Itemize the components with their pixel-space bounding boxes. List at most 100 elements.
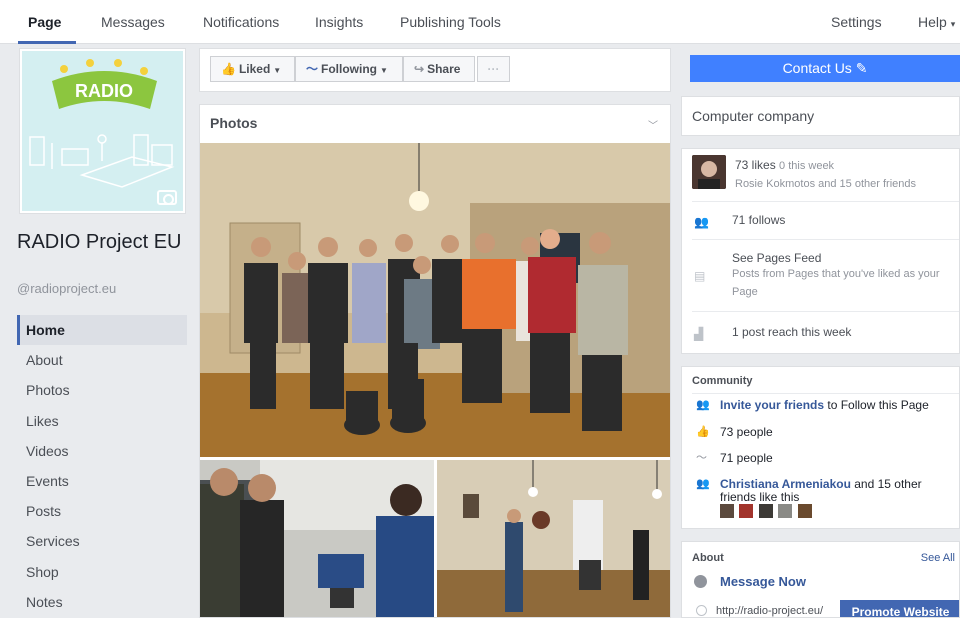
logo-illustration: RADIO <box>22 51 183 211</box>
nav-item-events[interactable]: Events <box>17 466 187 496</box>
promote-website-button[interactable]: Promote Website <box>840 600 959 617</box>
liked-label: Liked <box>238 62 271 76</box>
post-reach[interactable]: 1 post reach this week <box>732 325 959 339</box>
photo-thumbnail-illustration <box>437 460 670 617</box>
globe-icon <box>696 605 707 616</box>
radio-logo-image: RADIO <box>22 51 183 211</box>
nav-item-services[interactable]: Services <box>17 526 187 556</box>
avatar-illustration <box>692 155 726 189</box>
share-arrow-icon: ↪ <box>414 62 425 76</box>
avatar[interactable] <box>692 155 726 189</box>
people-follow-count[interactable]: 71 people <box>720 452 955 465</box>
messenger-icon <box>694 575 707 588</box>
nav-item-videos[interactable]: Videos <box>17 436 187 466</box>
avatar[interactable] <box>797 504 812 518</box>
community-card: Community 👥 Invite your friends to Follo… <box>681 366 960 529</box>
invite-friends-row: 👥 Invite your friends to Follow this Pag… <box>692 399 955 412</box>
nav-item-home[interactable]: Home <box>17 315 187 346</box>
nav-item-photos[interactable]: Photos <box>17 375 187 405</box>
follows-count: 71 follows <box>732 213 786 227</box>
share-button[interactable]: ↪ Share <box>403 56 475 82</box>
friend-avatars <box>720 504 813 523</box>
contact-us-button[interactable]: Contact Us ✎ <box>690 55 960 82</box>
chevron-down-icon: ▾ <box>950 19 956 29</box>
pages-feed-description: Posts from Pages that you've liked as yo… <box>732 268 940 298</box>
people-like-row: 👍 73 people <box>692 426 955 439</box>
tab-notifications[interactable]: Notifications <box>203 14 279 30</box>
bar-chart-icon: ▟ <box>694 327 704 341</box>
avatar[interactable] <box>720 504 734 518</box>
left-nav: Home About Photos Likes Videos Events Po… <box>17 315 187 617</box>
friend-name-link[interactable]: Christiana Armeniakou <box>720 477 851 491</box>
chevron-down-icon[interactable]: ﹀ <box>648 117 658 132</box>
following-button[interactable]: 〜 Following ▼ <box>295 56 403 82</box>
nav-item-about[interactable]: About <box>17 345 187 375</box>
chevron-down-icon: ▼ <box>273 66 282 75</box>
pages-feed-title[interactable]: See Pages Feed <box>732 251 821 265</box>
photo-thumbnail[interactable] <box>437 460 670 617</box>
nav-item-posts[interactable]: Posts <box>17 496 187 526</box>
website-url[interactable]: http://radio-project.eu/ <box>716 605 823 617</box>
people-follow-row: 〜 71 people <box>692 452 955 465</box>
divider <box>692 239 959 240</box>
page-title: RADIO Project EU <box>17 231 182 253</box>
avatar[interactable] <box>739 504 754 518</box>
nav-item-notes[interactable]: Notes <box>17 587 187 617</box>
more-options-button[interactable]: ··· <box>477 56 510 82</box>
share-label: Share <box>427 62 461 76</box>
people-icon: 👥 <box>696 478 710 490</box>
chevron-down-icon: ▼ <box>380 66 388 75</box>
photo-thumbnail[interactable] <box>200 460 434 617</box>
help-label: Help <box>918 14 947 30</box>
following-label: Following <box>321 62 378 76</box>
photos-card: Photos ﹀ <box>199 104 671 618</box>
nav-item-shop[interactable]: Shop <box>17 557 187 587</box>
divider <box>692 201 959 202</box>
thumbs-up-icon: 👍 <box>221 62 236 76</box>
tab-publishing-tools[interactable]: Publishing Tools <box>400 14 501 30</box>
page-top-nav: Page Messages Notifications Insights Pub… <box>0 0 960 44</box>
avatar[interactable] <box>758 504 773 518</box>
tab-settings[interactable]: Settings <box>831 14 882 30</box>
tab-page[interactable]: Page <box>28 14 61 30</box>
divider <box>692 311 959 312</box>
logo-text: RADIO <box>75 81 133 101</box>
photos-title[interactable]: Photos <box>200 105 670 143</box>
page-category[interactable]: Computer company <box>681 96 960 136</box>
feed-icon: ▤ <box>694 269 706 283</box>
group-photo-illustration <box>200 143 670 457</box>
about-card: About See All Message Now http://radio-p… <box>681 541 960 618</box>
about-title[interactable]: About <box>692 552 724 564</box>
thumbs-up-icon: 👍 <box>696 426 710 438</box>
invite-friends-text: to Follow this Page <box>824 398 929 412</box>
tab-messages[interactable]: Messages <box>101 14 165 30</box>
people-icon: 👥 <box>696 399 710 411</box>
page-username[interactable]: @radioproject.eu <box>17 281 116 296</box>
page-action-bar: 👍 Liked ▼ 〜 Following ▼ ↪ Share ··· <box>199 48 671 92</box>
rss-icon: 〜 <box>306 62 319 76</box>
group-photo[interactable] <box>200 143 670 457</box>
friends-like-row: 👥 Christiana Armeniakou and 15 other fri… <box>692 478 955 504</box>
people-like-count[interactable]: 73 people <box>720 426 955 439</box>
liked-button[interactable]: 👍 Liked ▼ <box>210 56 295 82</box>
tab-help[interactable]: Help ▾ <box>918 14 955 30</box>
invite-friends-link[interactable]: Invite your friends <box>720 398 824 412</box>
rss-icon: 〜 <box>696 452 707 464</box>
pages-feed[interactable]: See Pages Feed Posts from Pages that you… <box>732 251 953 301</box>
page-stats-card: 73 likes 0 this week Rosie Kokmotos and … <box>681 148 960 354</box>
profile-picture[interactable]: RADIO <box>19 48 186 214</box>
nav-item-likes[interactable]: Likes <box>17 406 187 436</box>
likes-count: 73 likes <box>735 158 776 172</box>
divider <box>692 393 959 394</box>
community-title[interactable]: Community <box>692 375 753 387</box>
avatar[interactable] <box>778 504 793 518</box>
likes-friends[interactable]: Rosie Kokmotos and 15 other friends <box>735 178 916 190</box>
message-now-link[interactable]: Message Now <box>720 574 806 589</box>
people-icon: 👥 <box>694 215 709 229</box>
camera-icon[interactable] <box>157 190 177 205</box>
photo-thumbnail-illustration <box>200 460 434 617</box>
tab-insights[interactable]: Insights <box>315 14 363 30</box>
active-tab-indicator <box>18 41 76 44</box>
see-all-link[interactable]: See All <box>921 552 955 564</box>
likes-summary: 73 likes 0 this week Rosie Kokmotos and … <box>735 157 959 193</box>
